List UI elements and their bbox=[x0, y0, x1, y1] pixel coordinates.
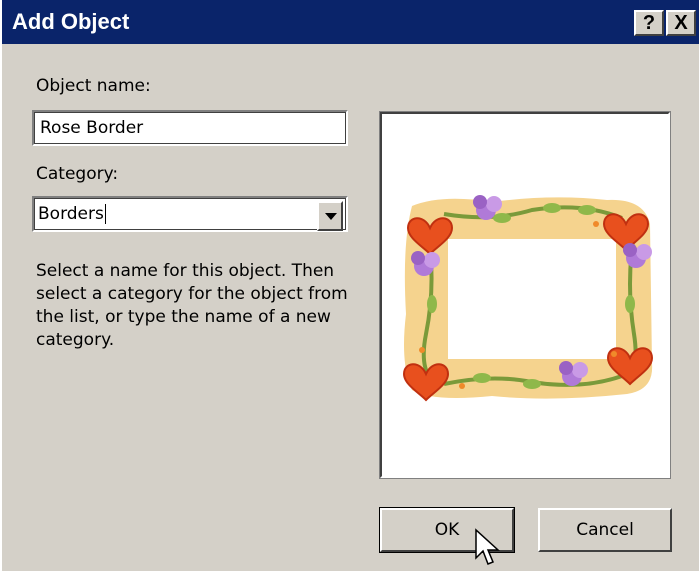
object-name-input[interactable]: Rose Border bbox=[32, 110, 348, 146]
dialog-title: Add Object bbox=[12, 9, 130, 34]
accent-dot bbox=[459, 383, 465, 389]
accent-dot bbox=[611, 351, 617, 357]
close-button[interactable]: X bbox=[666, 10, 696, 36]
leaf bbox=[493, 213, 511, 223]
add-object-dialog: Add Object ? X Object name: Rose Border … bbox=[0, 0, 699, 571]
leaf bbox=[473, 373, 491, 383]
instructions-text: Select a name for this object. Then sele… bbox=[36, 261, 348, 350]
cancel-button[interactable]: Cancel bbox=[538, 508, 672, 552]
leaf bbox=[543, 203, 561, 213]
leaf bbox=[523, 379, 541, 389]
object-preview bbox=[379, 111, 671, 479]
chevron-down-icon[interactable] bbox=[317, 201, 343, 231]
title-bar[interactable]: Add Object ? X bbox=[2, 0, 699, 44]
border-center bbox=[448, 239, 616, 359]
leaf bbox=[625, 295, 635, 313]
accent-dot bbox=[419, 347, 425, 353]
help-button[interactable]: ? bbox=[634, 10, 664, 36]
object-name-label: Object name: bbox=[36, 76, 151, 96]
leaf bbox=[427, 295, 437, 313]
rose-border-image bbox=[402, 195, 654, 402]
text-caret bbox=[104, 204, 106, 224]
category-value: Borders bbox=[38, 204, 104, 224]
leaf bbox=[578, 205, 596, 215]
category-combobox[interactable]: Borders bbox=[32, 196, 348, 232]
mouse-pointer-icon bbox=[475, 528, 500, 565]
category-label: Category: bbox=[36, 164, 119, 184]
object-name-value: Rose Border bbox=[40, 118, 144, 138]
accent-dot bbox=[593, 221, 599, 227]
